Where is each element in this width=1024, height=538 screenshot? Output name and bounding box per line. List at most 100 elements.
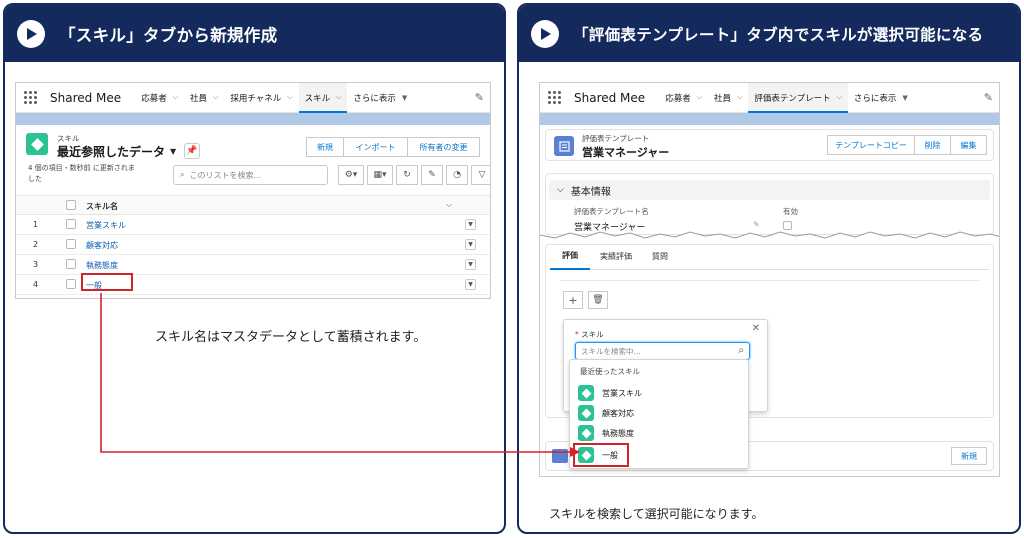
nav-tab-evaluation-templates[interactable]: 評価表テンプレート ⌵ — [748, 83, 848, 114]
row-action-menu-icon[interactable]: ▼ — [465, 259, 476, 270]
chevron-down-icon: ⌵ — [696, 93, 703, 101]
skill-option[interactable]: 営業スキル — [578, 385, 642, 401]
table-view-icon[interactable]: ▦▾ — [367, 165, 393, 185]
settings-gear-icon[interactable]: ⚙▾ — [338, 165, 364, 185]
filter-icon[interactable]: ▽ — [471, 165, 490, 185]
tab-questions[interactable]: 質問 — [642, 251, 678, 262]
caret-down-icon: ▼ — [170, 147, 177, 156]
section-title: 基本情報 — [570, 186, 611, 198]
highlight-box — [81, 273, 133, 291]
app-navigation-bar: Shared Mee 応募者 ⌵ 社員 ⌵ 採用チャネル ⌵ スキル ⌵ さらに表示 ▼ … — [16, 83, 490, 114]
pin-icon[interactable]: 📌 — [184, 143, 200, 159]
column-header-skill-name[interactable]: スキル名 — [86, 201, 118, 212]
nav-tab-recruiting-channels[interactable]: 採用チャネル ⌵ — [224, 83, 298, 113]
app-launcher-icon[interactable] — [24, 90, 40, 106]
skill-object-icon — [578, 425, 594, 441]
lookup-field-label: * スキル — [575, 330, 604, 339]
import-button[interactable]: インポート — [344, 137, 408, 157]
app-launcher-icon[interactable] — [548, 90, 564, 106]
right-step-panel: 「評価表テンプレート」タブ内でスキルが選択可能になる Shared Mee 応募… — [517, 3, 1021, 534]
add-icon[interactable]: + — [563, 291, 583, 309]
app-name: Shared Mee — [50, 90, 122, 105]
header-band — [16, 113, 490, 125]
record-tabs: 評価 実績評価 質問 — [550, 244, 989, 270]
skill-link[interactable]: 営業スキル — [86, 220, 126, 231]
nav-tab-skills[interactable]: スキル ⌵ — [298, 83, 348, 114]
record-actions: テンプレートコピー 削除 編集 — [827, 135, 987, 155]
nav-tab-applicants[interactable]: 応募者 ⌵ — [659, 83, 708, 113]
row-checkbox[interactable] — [66, 219, 76, 229]
nav-tab-employees[interactable]: 社員 ⌵ — [184, 83, 224, 113]
chevron-down-icon: ⌵ — [336, 93, 342, 101]
refresh-icon[interactable]: ↻ — [396, 165, 418, 185]
left-step-panel: 「スキル」タブから新規作成 Shared Mee 応募者 ⌵ 社員 ⌵ 採用チャネル… — [3, 3, 506, 534]
template-record-screenshot: Shared Mee 応募者 ⌵ 社員 ⌵ 評価表テンプレート ⌵ さらに表示 ▼ ✎ … — [539, 82, 1000, 477]
skill-search-input[interactable]: スキルを検索中... ⌕ — [575, 342, 750, 360]
highlight-box — [573, 443, 629, 467]
chevron-down-icon: ⌵ — [172, 93, 179, 101]
header-band — [540, 113, 999, 125]
nav-more[interactable]: さらに表示 ▼ — [848, 83, 914, 113]
section-basic-info[interactable]: ⌵ 基本情報 — [549, 180, 990, 200]
search-icon: ⌕ — [738, 345, 744, 356]
delete-button[interactable]: 削除 — [915, 135, 951, 155]
row-checkbox[interactable] — [66, 259, 76, 269]
right-panel-title: 「評価表テンプレート」タブ内でスキルが選択可能になる — [573, 25, 984, 44]
chevron-down-icon[interactable]: ⌵ — [446, 200, 452, 210]
skill-object-icon — [578, 385, 594, 401]
field-label-active: 有効 — [783, 207, 798, 216]
chevron-down-icon: ⌵ — [836, 93, 842, 101]
app-name: Shared Mee — [574, 90, 646, 105]
edit-nav-pencil-icon[interactable]: ✎ — [475, 91, 484, 104]
left-callout-text: スキル名はマスタデータとして蓄積されます。 — [155, 330, 427, 345]
skill-option[interactable]: 顧客対応 — [578, 405, 634, 421]
row-checkbox[interactable] — [66, 239, 76, 249]
delete-trash-icon[interactable]: 🗑 — [588, 291, 608, 309]
table-row: 3 執務態度 ▼ — [16, 255, 490, 275]
copy-template-button[interactable]: テンプレートコピー — [827, 135, 915, 155]
skill-option[interactable]: 執務態度 — [578, 425, 634, 441]
new-button[interactable]: 新規 — [306, 137, 344, 157]
skill-object-icon — [26, 133, 48, 155]
play-icon — [17, 19, 45, 48]
record-type-label: 評価表テンプレート — [582, 134, 650, 143]
nav-more[interactable]: さらに表示 ▼ — [347, 83, 413, 113]
select-all-checkbox[interactable] — [66, 200, 76, 210]
skill-object-icon — [578, 405, 594, 421]
list-toolbar: ⚙▾ ▦▾ ↻ ✎ ◔ ▽ — [338, 165, 490, 185]
related-new-button[interactable]: 新規 — [951, 447, 987, 465]
row-checkbox[interactable] — [66, 279, 76, 289]
right-callout-text: スキルを検索して選択可能になります。 — [549, 507, 764, 521]
tab-content-divider — [560, 280, 979, 281]
list-view-selector[interactable]: 最近参照したデータ ▼ — [57, 143, 176, 160]
inline-edit-pencil-icon[interactable]: ✎ — [421, 165, 443, 185]
nav-tab-applicants[interactable]: 応募者 ⌵ — [135, 83, 184, 113]
skill-link[interactable]: 顧客対応 — [86, 240, 118, 251]
edit-nav-pencil-icon[interactable]: ✎ — [984, 91, 993, 104]
row-number: 4 — [33, 280, 39, 289]
skill-search-placeholder: スキルを検索中... — [581, 346, 641, 356]
search-placeholder: このリストを検索... — [189, 170, 262, 180]
record-header-card: 評価表テンプレート 営業マネージャー テンプレートコピー 削除 編集 — [545, 129, 994, 161]
row-action-menu-icon[interactable]: ▼ — [465, 279, 476, 290]
row-action-menu-icon[interactable]: ▼ — [465, 219, 476, 230]
recent-skills-label: 最近使ったスキル — [580, 367, 640, 376]
close-icon[interactable]: ✕ — [752, 323, 760, 334]
row-action-menu-icon[interactable]: ▼ — [465, 239, 476, 250]
chevron-down-icon: ⌵ — [287, 93, 293, 101]
left-panel-header: 「スキル」タブから新規作成 — [5, 5, 504, 62]
inline-edit-pencil-icon[interactable]: ✎ — [753, 220, 760, 229]
chart-icon[interactable]: ◔ — [446, 165, 468, 185]
list-actions: 新規 インポート 所有者の変更 — [306, 137, 480, 157]
record-title: 営業マネージャー — [582, 146, 670, 159]
list-status-line1: 4 個の項目・数秒前 に更新されま — [28, 164, 135, 172]
list-search-input[interactable]: ⌕ このリストを検索... — [173, 165, 328, 185]
edit-button[interactable]: 編集 — [951, 135, 987, 155]
template-object-icon — [554, 136, 574, 156]
tab-performance-evaluation[interactable]: 実績評価 — [590, 251, 642, 262]
search-icon: ⌕ — [180, 170, 185, 179]
skill-link[interactable]: 執務態度 — [86, 260, 118, 271]
tab-evaluation[interactable]: 評価 — [550, 244, 590, 270]
change-owner-button[interactable]: 所有者の変更 — [408, 137, 480, 157]
nav-tab-employees[interactable]: 社員 ⌵ — [708, 83, 748, 113]
